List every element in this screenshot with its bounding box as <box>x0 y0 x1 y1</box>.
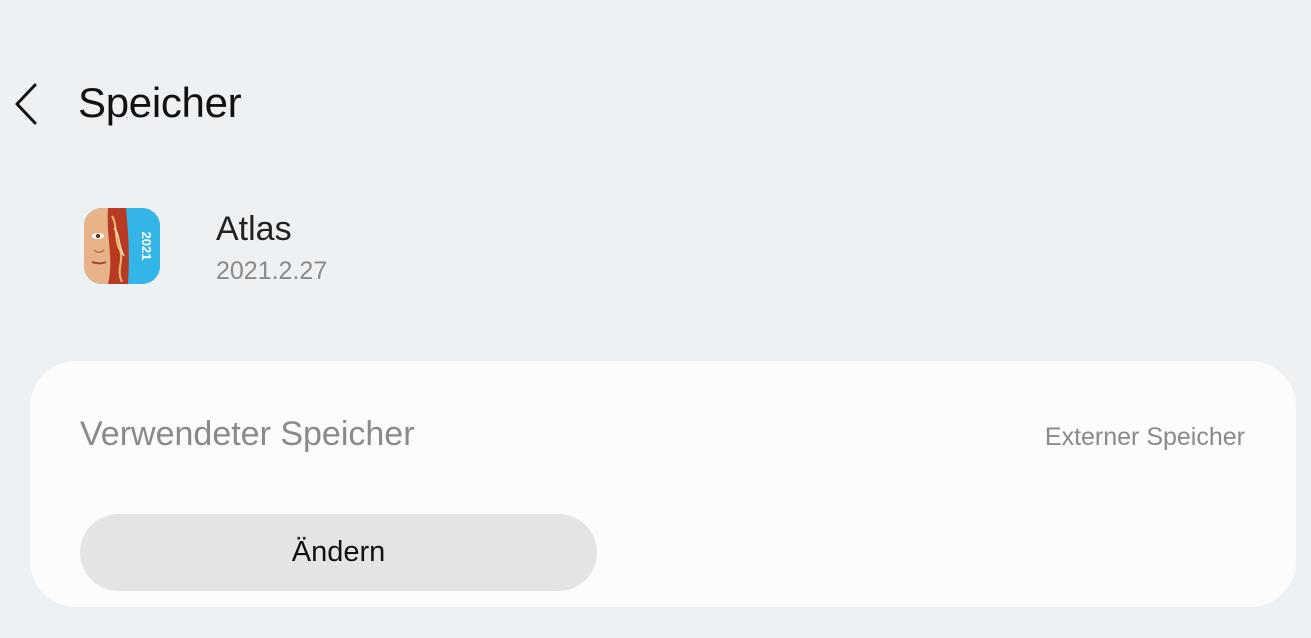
app-name: Atlas <box>216 210 292 248</box>
storage-card: Verwendeter Speicher Externer Speicher Ä… <box>30 361 1296 607</box>
header-bar: Speicher <box>0 62 1311 146</box>
app-version: 2021.2.27 <box>216 257 328 285</box>
icon-badge-text: 2021 <box>139 232 154 261</box>
used-storage-label: Verwendeter Speicher <box>80 415 415 453</box>
app-info: 2021 Atlas 2021.2.27 <box>84 205 684 285</box>
page-title: Speicher <box>78 79 242 126</box>
used-storage-value: Externer Speicher <box>1044 423 1245 451</box>
chevron-left-icon <box>15 83 37 125</box>
back-button[interactable] <box>6 80 46 128</box>
change-button[interactable]: Ändern <box>80 514 597 591</box>
atlas-app-icon: 2021 <box>84 208 160 284</box>
